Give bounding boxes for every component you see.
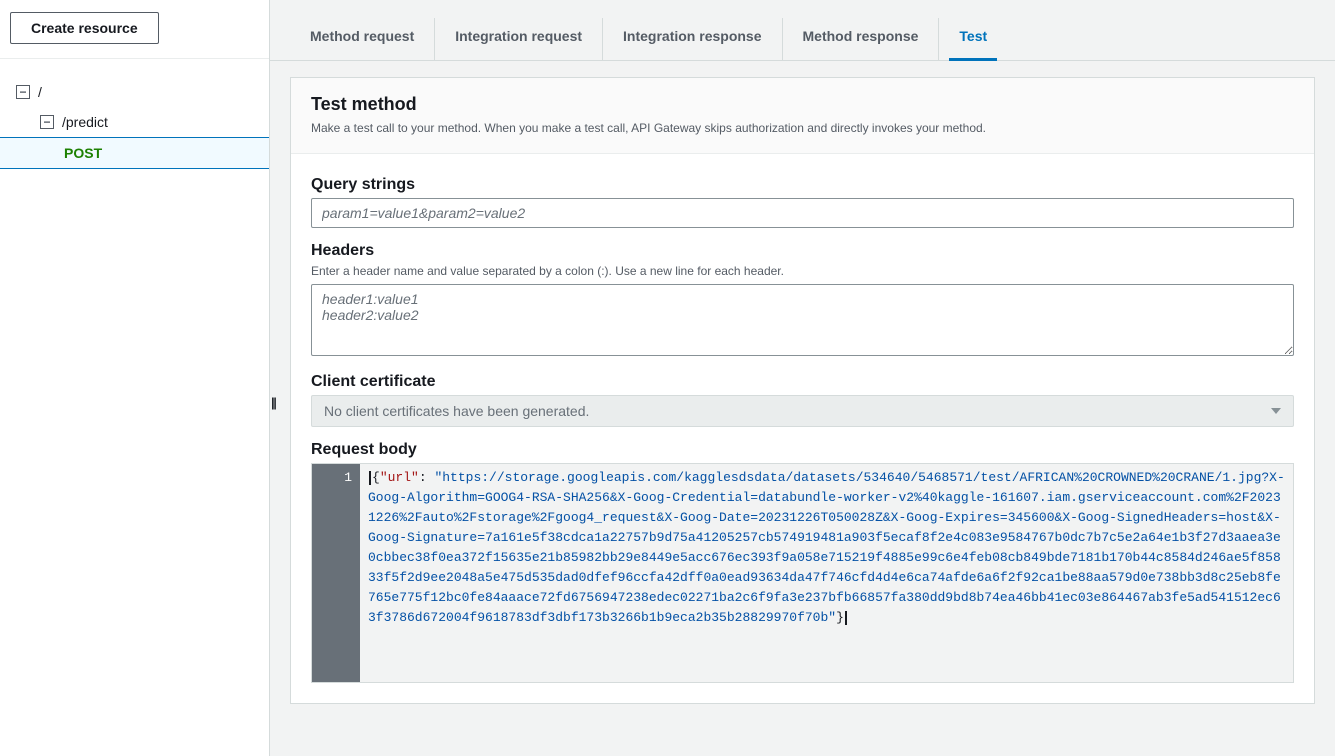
- request-body-editor[interactable]: 1 {"url": "https://storage.googleapis.co…: [311, 463, 1294, 683]
- line-number: 1: [316, 468, 352, 488]
- code-gutter: 1: [312, 464, 360, 682]
- resource-tree: − / − /predict POST: [0, 59, 269, 169]
- tree-post-label: POST: [64, 142, 102, 164]
- tab-test[interactable]: Test: [939, 18, 1007, 60]
- tree-root[interactable]: − /: [0, 77, 269, 107]
- code-content[interactable]: {"url": "https://storage.googleapis.com/…: [360, 464, 1293, 682]
- tree-post-method[interactable]: POST: [0, 137, 269, 169]
- client-certificate-label: Client certificate: [311, 373, 1294, 391]
- headers-input[interactable]: [311, 284, 1294, 356]
- client-certificate-select[interactable]: No client certificates have been generat…: [311, 395, 1294, 427]
- tree-predict-label: /predict: [62, 111, 108, 133]
- query-strings-label: Query strings: [311, 176, 1294, 194]
- query-strings-input[interactable]: [311, 198, 1294, 228]
- sidebar-collapse-handle[interactable]: |||: [271, 395, 275, 410]
- tab-method-request[interactable]: Method request: [290, 18, 435, 60]
- panel-description: Make a test call to your method. When yo…: [311, 121, 1294, 135]
- collapse-icon[interactable]: −: [40, 115, 54, 129]
- collapse-icon[interactable]: −: [16, 85, 30, 99]
- panel-header: Test method Make a test call to your met…: [291, 78, 1314, 154]
- request-body-label: Request body: [311, 441, 1294, 459]
- chevron-down-icon: [1271, 408, 1281, 414]
- client-certificate-value: No client certificates have been generat…: [324, 403, 589, 419]
- tab-method-response[interactable]: Method response: [783, 18, 940, 60]
- headers-label: Headers: [311, 242, 1294, 260]
- json-value: "https://storage.googleapis.com/kagglesd…: [368, 470, 1285, 625]
- headers-hint: Enter a header name and value separated …: [311, 264, 1294, 278]
- tab-integration-response[interactable]: Integration response: [603, 18, 782, 60]
- main-content: Method request Integration request Integ…: [270, 0, 1335, 756]
- json-key: "url": [380, 470, 419, 485]
- tab-integration-request[interactable]: Integration request: [435, 18, 603, 60]
- sidebar: Create resource − / − /predict POST |||: [0, 0, 270, 756]
- method-tabs: Method request Integration request Integ…: [270, 0, 1335, 61]
- tree-root-label: /: [38, 81, 42, 103]
- tree-predict[interactable]: − /predict: [0, 107, 269, 137]
- test-method-panel: Test method Make a test call to your met…: [290, 77, 1315, 704]
- panel-title: Test method: [311, 94, 1294, 115]
- create-resource-button[interactable]: Create resource: [10, 12, 159, 44]
